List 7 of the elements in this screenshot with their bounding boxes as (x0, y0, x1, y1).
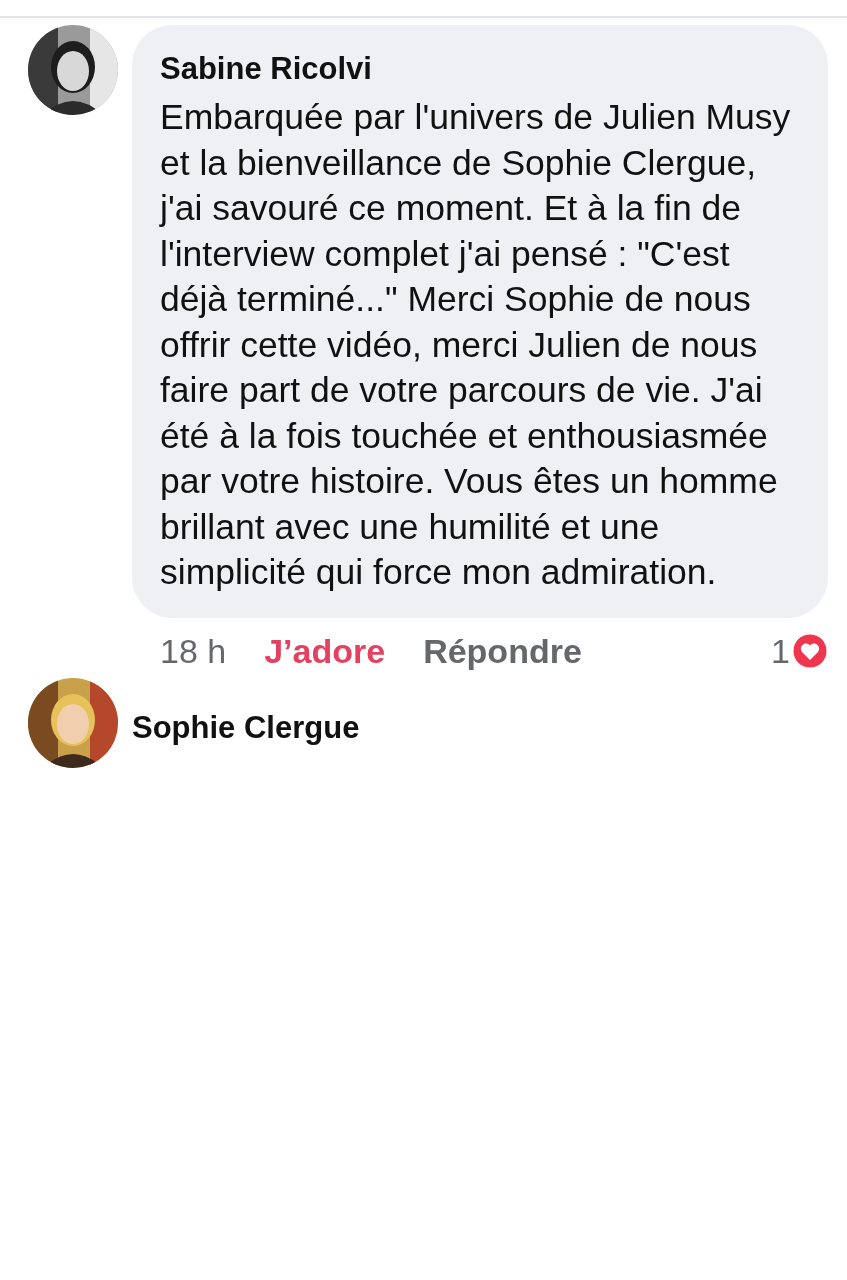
reaction-count: 1 (771, 631, 790, 671)
timestamp: 18 h (160, 631, 227, 671)
love-button[interactable]: J’adore (264, 631, 386, 671)
reply-button[interactable]: Répondre (423, 631, 582, 671)
author-name[interactable]: Sabine Ricolvi (160, 51, 800, 87)
author-name[interactable]: Sophie Clergue (132, 677, 819, 746)
comment-text: Embarquée par l'univers de Julien Musy et la bienveillance de Sophie Clergue, j'ai savouré ce moment. Et à la fin de l'interview complet j'ai pensé : "C'est déjà terminé..." Merci Sophie de nous offrir cette vidéo, merci Julien de nous faire part de votre parcours de vie. J'ai été à la fois touchée et enthousiasmée par votre histoire. Vous êtes un homme brillant avec une humilité et une simplicité qui force mon admiration. (160, 96, 792, 594)
